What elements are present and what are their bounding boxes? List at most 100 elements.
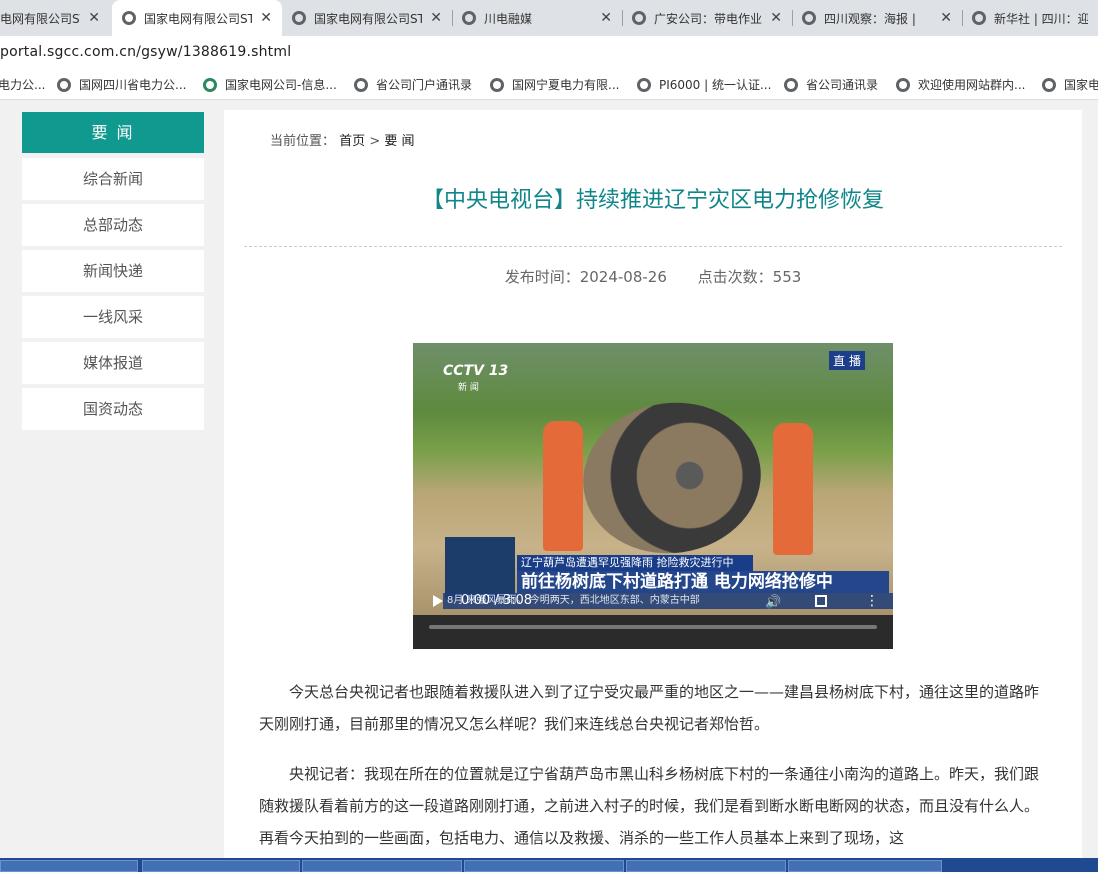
address-bar[interactable]: portal.sgcc.com.cn/gsyw/1388619.shtml [0,36,1098,68]
close-icon[interactable]: ✕ [430,10,442,26]
globe-icon [292,11,306,25]
taskbar-item[interactable] [788,860,942,872]
tab-title: 四川观察：海报 | [824,11,916,26]
breadcrumb-current[interactable]: 要 闻 [384,134,414,149]
publish-date: 发布时间：2024-08-26 [504,268,667,286]
globe-icon [637,77,651,92]
tab-title: 川电融媒 [484,11,533,26]
browser-tab[interactable]: 川电融媒 ✕ [452,0,622,36]
taskbar-item[interactable] [464,860,624,872]
sidebar-item-media-reports[interactable]: 媒体报道 [22,342,204,384]
sidebar-item-frontline[interactable]: 一线风采 [22,296,204,338]
close-icon[interactable]: ✕ [770,10,782,26]
sidebar-item-hq-news[interactable]: 总部动态 [22,204,204,246]
bookmark-item[interactable]: 国家电网公司-信息... [203,76,337,93]
globe-icon [784,77,798,92]
tab-title: 新华社 | 四川：迎战 [994,11,1088,26]
article-meta: 发布时间：2024-08-26 点击次数：553 [224,266,1082,287]
tab-bar: 电网有限公司ST ✕ 国家电网有限公司ST ✕ 国家电网有限公司ST ✕ 川电融… [0,0,1098,36]
bookmark-label: 国家电网公司-信息... [225,78,337,92]
sgcc-logo-icon [203,77,217,92]
globe-icon [1042,77,1056,92]
bookmark-label: 国家电 [1064,78,1098,92]
bookmark-label: PI6000 | 统一认证... [659,78,772,92]
worker-figure [773,423,813,555]
news-banner-top: 辽宁葫芦岛遭遇罕见强降雨 抢险救灾进行中 [517,555,753,571]
sidebar-item-sasac-news[interactable]: 国资动态 [22,388,204,430]
cable-spool [573,391,771,565]
bookmarks-bar: 电力公... 国网四川省电力公... 国家电网公司-信息... 省公司门户通讯录… [0,68,1098,100]
play-icon[interactable] [433,595,443,607]
browser-tab[interactable]: 电网有限公司ST ✕ [0,0,110,36]
globe-icon [972,11,986,25]
bookmark-label: 欢迎使用网站群内... [918,78,1026,92]
url-text[interactable]: portal.sgcc.com.cn/gsyw/1388619.shtml [0,44,291,60]
close-icon[interactable]: ✕ [600,10,612,26]
taskbar-item[interactable] [302,860,462,872]
bookmark-item[interactable]: 国网四川省电力公... [57,76,186,93]
sidebar-item-news-express[interactable]: 新闻快递 [22,250,204,292]
title-divider [244,246,1062,247]
tab-title: 国家电网有限公司ST [314,11,423,26]
breadcrumb: 当前位置： 首页 > 要 闻 [270,130,415,149]
video-progress-bar[interactable] [429,625,877,629]
click-count: 点击次数：553 [697,268,802,286]
article-paragraph: 央视记者：我现在所在的位置就是辽宁省葫芦岛市黑山科乡杨树底下村的一条通往小南沟的… [259,765,1040,847]
worker-figure [543,421,583,551]
taskbar-item[interactable] [626,860,786,872]
bookmark-label: 国网四川省电力公... [79,78,187,92]
globe-icon [462,11,476,25]
os-taskbar [0,858,1098,872]
article-paragraph: 今天总台央视记者也跟随着救援队进入到了辽宁受灾最严重的地区之一——建昌县杨树底下… [259,683,1040,733]
globe-icon [802,11,816,25]
browser-tab[interactable]: 四川观察：海报 | ✕ [792,0,962,36]
tab-title: 广安公司：带电作业 [654,11,763,26]
globe-icon [354,77,368,92]
bookmark-item[interactable]: 省公司门户通讯录 [354,76,472,93]
tab-title: 电网有限公司ST [0,11,81,26]
sidebar-heading[interactable]: 要 闻 [22,112,204,153]
video-frame: CCTV 13 新 闻 直 播 辽宁葫芦岛遭遇罕见强降雨 抢险救灾进行中 前往杨… [413,343,893,615]
bookmark-item[interactable]: PI6000 | 统一认证... [637,76,771,93]
news-banner-main: 前往杨树底下村道路打通 电力网络抢修中 [517,571,889,593]
globe-icon [896,77,910,92]
browser-tab[interactable]: 国家电网有限公司ST ✕ [282,0,452,36]
article-title: 【中央电视台】持续推进辽宁灾区电力抢修恢复 [421,188,884,213]
video-controls: 0:00 / 3:08 🔊 ⋮ [413,591,893,613]
volume-icon[interactable]: 🔊 [765,595,781,610]
bookmark-item[interactable]: 欢迎使用网站群内... [896,76,1025,93]
fullscreen-icon[interactable] [815,595,827,607]
breadcrumb-prefix: 当前位置： [270,134,336,149]
breadcrumb-separator: > [369,134,381,149]
browser-tab-active[interactable]: 国家电网有限公司ST ✕ [112,0,282,36]
close-icon[interactable]: ✕ [940,10,952,26]
close-icon[interactable]: ✕ [88,10,100,26]
bookmark-item[interactable]: 国网宁夏电力有限... [490,76,619,93]
bookmark-label: 电力公... [0,78,46,92]
breadcrumb-home-link[interactable]: 首页 [339,134,365,149]
cctv-logo: CCTV 13 [443,363,509,379]
globe-icon [632,11,646,25]
taskbar-item[interactable] [0,860,138,872]
sign-language-anchor [445,537,515,599]
bookmark-label: 国网宁夏电力有限... [512,78,620,92]
sidebar-item-comprehensive-news[interactable]: 综合新闻 [22,158,204,200]
live-badge: 直 播 [829,351,865,370]
article-panel: 当前位置： 首页 > 要 闻 【中央电视台】持续推进辽宁灾区电力抢修恢复 发布时… [224,110,1082,872]
bookmark-label: 省公司门户通讯录 [376,78,473,92]
bookmark-label: 省公司通讯录 [806,78,879,92]
cctv-channel-label: 新 闻 [458,383,479,393]
globe-icon [57,77,71,92]
video-player[interactable]: CCTV 13 新 闻 直 播 辽宁葫芦岛遭遇罕见强降雨 抢险救灾进行中 前往杨… [413,343,893,649]
taskbar-item[interactable] [142,860,300,872]
bookmark-item[interactable]: 电力公... [0,76,45,93]
browser-tab[interactable]: 广安公司：带电作业 ✕ [622,0,792,36]
video-time: 0:00 / 3:08 [461,593,533,608]
bookmark-item[interactable]: 国家电 [1042,76,1098,93]
bookmark-item[interactable]: 省公司通讯录 [784,76,878,93]
globe-icon [490,77,504,92]
globe-icon [122,11,136,25]
close-icon[interactable]: ✕ [260,10,272,26]
more-options-icon[interactable]: ⋮ [865,593,879,609]
browser-tab[interactable]: 新华社 | 四川：迎战 [962,0,1098,36]
